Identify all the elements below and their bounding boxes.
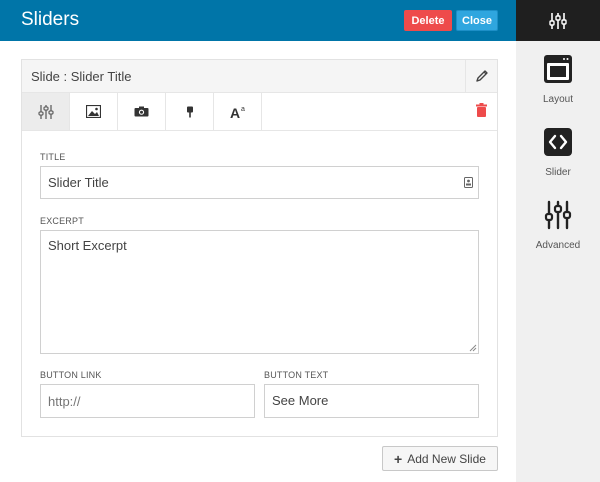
typography-icon: A a — [230, 105, 245, 119]
tab-settings[interactable] — [22, 93, 70, 130]
sliders-icon — [37, 104, 54, 119]
svg-text:a: a — [241, 106, 245, 113]
tab-bar: A a — [22, 93, 497, 131]
page-title: Sliders — [21, 9, 80, 30]
sliders-icon — [549, 12, 567, 29]
sidebar-settings-button[interactable] — [516, 0, 600, 41]
sidebar-label-slider: Slider — [545, 167, 571, 178]
button-text-input[interactable]: See More — [264, 384, 479, 418]
layout-icon — [544, 55, 572, 83]
plus-icon: + — [394, 450, 403, 467]
camera-icon — [134, 106, 149, 117]
code-icon — [544, 128, 572, 156]
slide-panel: Slide : Slider Title A a TITLE Slider Ti… — [21, 59, 498, 437]
sidebar-label-advanced: Advanced — [535, 240, 581, 251]
excerpt-value: Short Excerpt — [48, 238, 127, 253]
sidebar-item-advanced[interactable]: Advanced — [516, 200, 600, 251]
title-input[interactable]: Slider Title — [40, 166, 479, 199]
header-bar: Sliders Delete Close — [0, 0, 516, 41]
panel-title: Slide : Slider Title — [31, 69, 132, 84]
sidebar-item-slider[interactable]: Slider — [516, 127, 600, 178]
contact-card-icon — [464, 177, 473, 188]
image-icon — [86, 105, 101, 118]
add-new-slide-label: Add New Slide — [407, 451, 486, 466]
tab-brush[interactable] — [166, 93, 214, 130]
button-link-label: BUTTON LINK — [40, 370, 102, 380]
sliders-icon — [544, 200, 572, 230]
brush-icon — [186, 106, 193, 117]
sidebar-label-layout: Layout — [542, 94, 574, 105]
button-text-label: BUTTON TEXT — [264, 370, 329, 380]
button-text-value: See More — [272, 393, 329, 408]
tab-image[interactable] — [70, 93, 118, 130]
title-label: TITLE — [40, 152, 66, 162]
tab-camera[interactable] — [118, 93, 166, 130]
button-link-input[interactable] — [40, 384, 255, 418]
close-button[interactable]: Close — [456, 10, 498, 31]
title-value: Slider Title — [48, 175, 109, 190]
delete-slide-button[interactable] — [476, 103, 487, 122]
right-sidebar: Layout Slider Advanced — [516, 0, 600, 482]
panel-header: Slide : Slider Title — [22, 60, 497, 93]
pencil-icon — [475, 70, 488, 82]
resize-grip-icon[interactable] — [469, 344, 477, 352]
trash-icon — [476, 103, 487, 117]
svg-text:A: A — [230, 105, 240, 119]
excerpt-label: EXCERPT — [40, 216, 84, 226]
edit-button[interactable] — [465, 60, 497, 92]
tab-typography[interactable]: A a — [214, 93, 262, 130]
delete-button[interactable]: Delete — [404, 10, 452, 31]
excerpt-textarea[interactable]: Short Excerpt — [40, 230, 479, 354]
add-new-slide-button[interactable]: + Add New Slide — [382, 446, 498, 471]
sidebar-item-layout[interactable]: Layout — [516, 54, 600, 105]
